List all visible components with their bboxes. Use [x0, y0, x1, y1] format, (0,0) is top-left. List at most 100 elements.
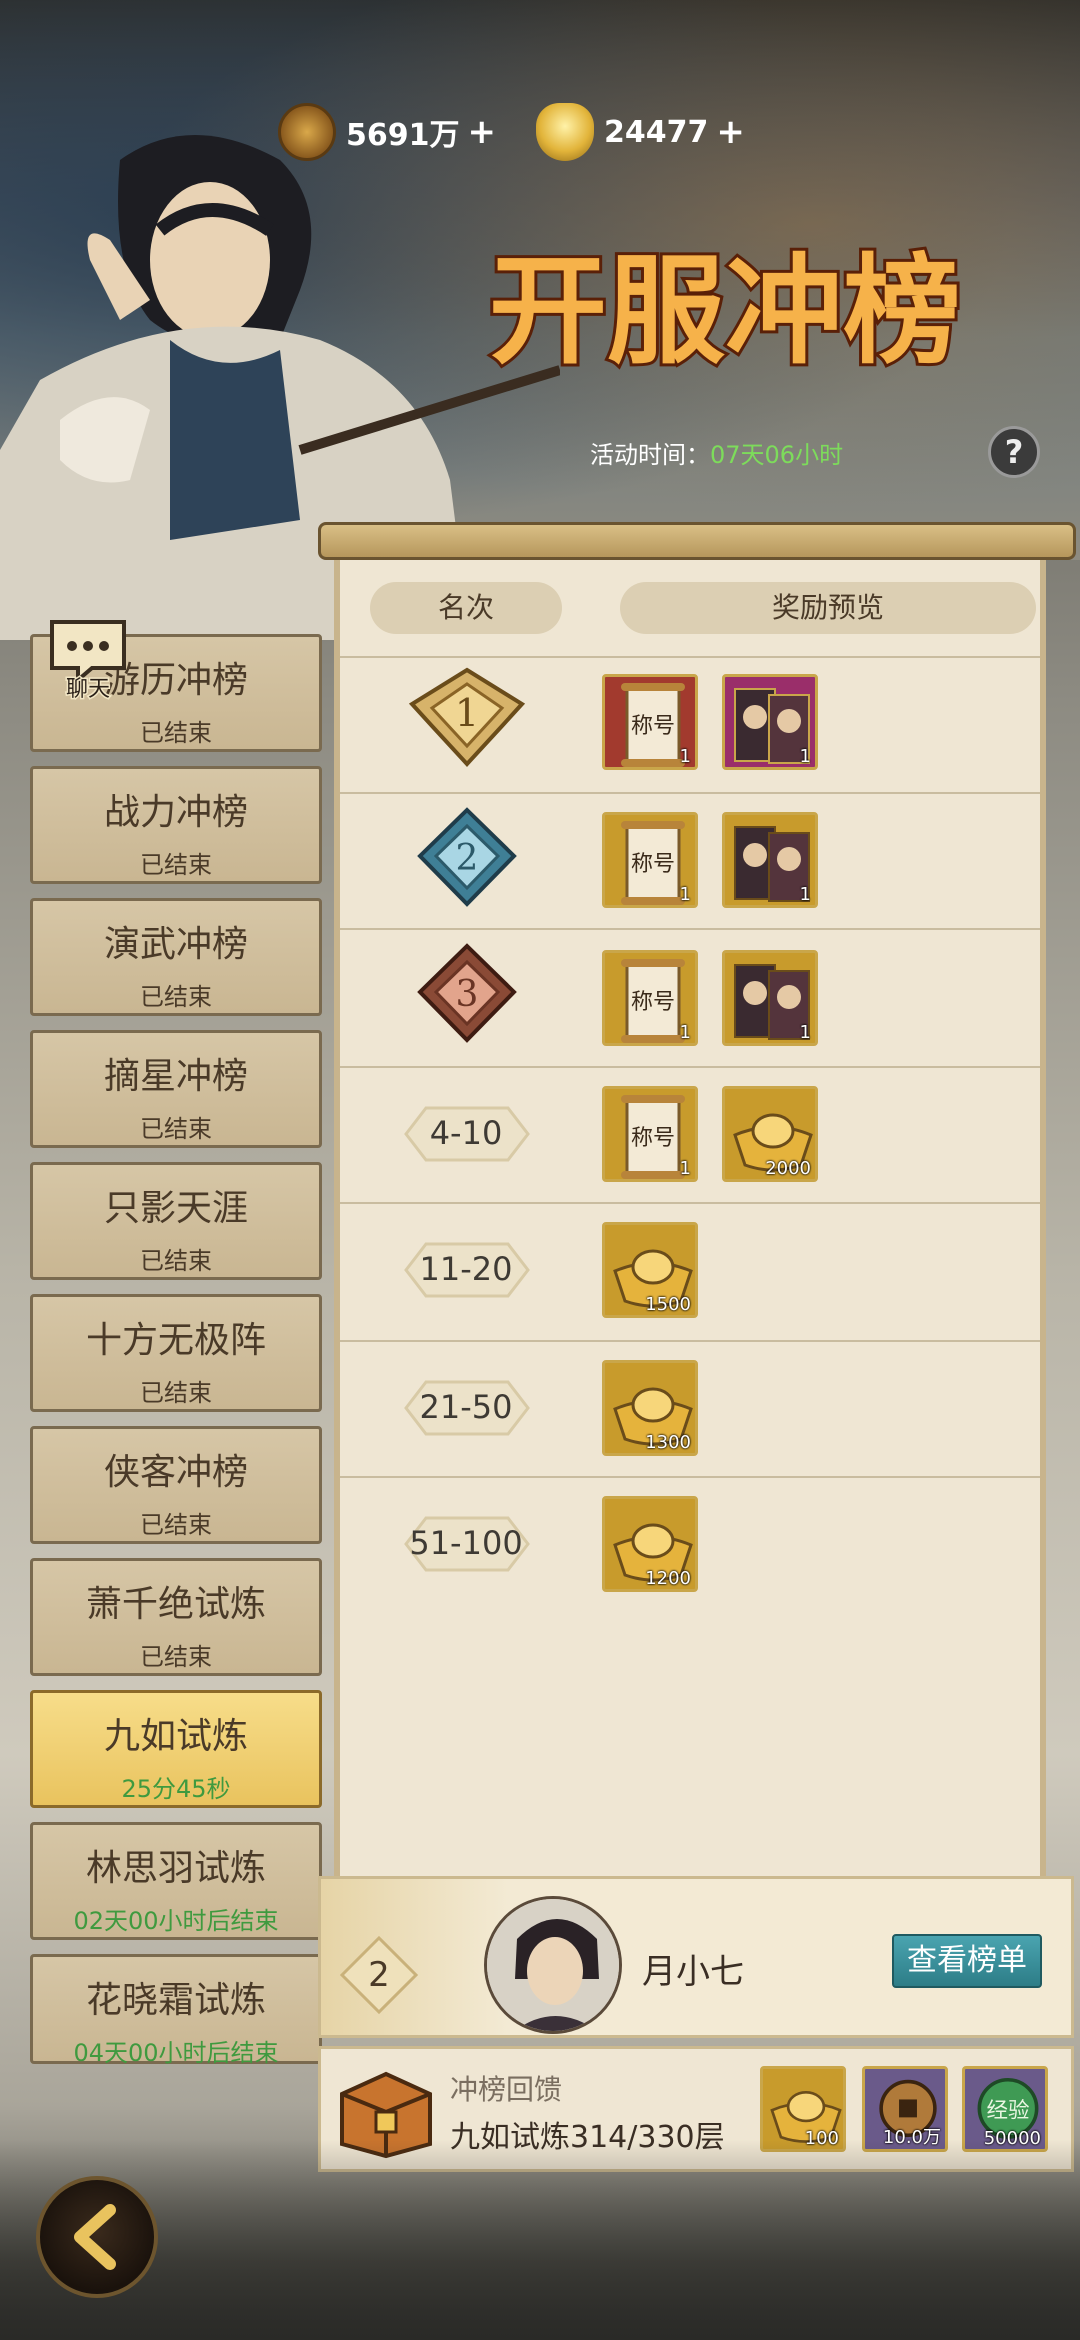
- scroll-label: 称号: [631, 852, 675, 877]
- tab-star-rank[interactable]: 摘星冲榜 已结束: [30, 1030, 322, 1148]
- rank-range: 21-50: [419, 1388, 513, 1426]
- row-divider: [340, 1476, 1040, 1478]
- tab-jiuru-trial[interactable]: 九如试炼 25分45秒: [30, 1690, 322, 1808]
- gold-ingot-item[interactable]: 1500: [602, 1222, 698, 1318]
- gold-amount: 24477: [604, 114, 709, 150]
- add-gold-icon[interactable]: +: [716, 112, 745, 152]
- tab-status: 已结束: [140, 983, 212, 1011]
- rank-1-number: 1: [455, 691, 479, 735]
- row-divider: [340, 1066, 1040, 1068]
- tab-status: 已结束: [140, 1115, 212, 1143]
- back-button[interactable]: [36, 2176, 158, 2298]
- tab-countdown: 02天00小时后结束: [73, 1907, 279, 1935]
- player-name: 月小七: [642, 1952, 744, 1992]
- row-divider: [340, 1340, 1040, 1342]
- tab-label: 演武冲榜: [103, 924, 248, 965]
- coin-amount: 5691万: [346, 118, 460, 153]
- event-title: 开服冲榜: [486, 240, 964, 383]
- scroll-label: 称号: [631, 1126, 675, 1151]
- activity-time: 活动时间： 07天06小时: [590, 432, 843, 472]
- chevron-left-icon: [74, 2204, 116, 2270]
- tab-lin-trial[interactable]: 林思羽试炼 02天00小时后结束: [30, 1822, 322, 1940]
- copper-coin-icon: [278, 103, 336, 161]
- item-quantity: 1: [679, 1022, 691, 1043]
- landscape-ground: [0, 2140, 1080, 2340]
- tab-label: 战力冲榜: [103, 792, 248, 833]
- tab-label: 摘星冲榜: [103, 1056, 248, 1097]
- add-coins-icon[interactable]: +: [468, 112, 497, 152]
- rank-2-medal-icon: 2: [417, 807, 517, 907]
- event-title-text: 开服冲榜: [489, 241, 961, 380]
- tab-lone-shadow[interactable]: 只影天涯 已结束: [30, 1162, 322, 1280]
- item-quantity: 1: [679, 884, 691, 905]
- tab-label: 林思羽试炼: [85, 1848, 266, 1889]
- tab-martial-rank[interactable]: 演武冲榜 已结束: [30, 898, 322, 1016]
- tab-label: 侠客冲榜: [103, 1452, 248, 1493]
- gold-ingot-icon: [536, 103, 594, 161]
- gold-ingot-item[interactable]: 1300: [602, 1360, 698, 1456]
- row-divider: [340, 656, 1040, 658]
- scroll-label: 称号: [631, 714, 675, 739]
- tab-label: 萧千绝试炼: [85, 1584, 266, 1625]
- tab-status: 已结束: [140, 1379, 212, 1407]
- tab-status: 已结束: [140, 851, 212, 879]
- item-quantity: 1: [799, 1022, 811, 1043]
- gold-counter[interactable]: 24477 +: [536, 100, 745, 164]
- tab-status: 已结束: [140, 1247, 212, 1275]
- item-quantity: 1200: [645, 1568, 691, 1589]
- view-leaderboard-button[interactable]: 查看榜单: [892, 1934, 1042, 1988]
- exp-orb-label: 经验: [986, 2098, 1029, 2123]
- tab-status: 已结束: [140, 719, 212, 747]
- gold-ingot-item[interactable]: 1200: [602, 1496, 698, 1592]
- activity-time-label: 活动时间：: [590, 440, 710, 469]
- item-quantity: 1: [679, 1158, 691, 1179]
- scroll-rod: [318, 522, 1076, 560]
- rank-header: 名次: [370, 582, 562, 634]
- item-quantity: 2000: [765, 1158, 811, 1179]
- help-button[interactable]: ?: [988, 426, 1040, 478]
- tab-status: 已结束: [140, 1643, 212, 1671]
- rank-2-number: 2: [456, 838, 479, 879]
- row-divider: [340, 928, 1040, 930]
- player-avatar-icon: [487, 1899, 619, 2031]
- activity-time-value: 07天06小时: [710, 440, 844, 469]
- scroll-label: 称号: [631, 990, 675, 1015]
- tab-label: 十方无极阵: [85, 1320, 266, 1361]
- chat-label: 聊天: [66, 677, 110, 700]
- item-quantity: 1300: [645, 1432, 691, 1453]
- coin-counter[interactable]: 5691万 +: [278, 100, 496, 164]
- tab-xiao-trial[interactable]: 萧千绝试炼 已结束: [30, 1558, 322, 1676]
- tab-label: 九如试炼: [103, 1716, 248, 1757]
- title-scroll-item[interactable]: 称号 1: [602, 674, 698, 770]
- tab-label: 只影天涯: [103, 1188, 248, 1229]
- rank-range: 51-100: [409, 1524, 523, 1562]
- item-quantity: 1: [679, 746, 691, 767]
- rank-range: 11-20: [419, 1250, 513, 1288]
- hero-card-item[interactable]: 1: [722, 674, 818, 770]
- rank-1-medal-icon: 1: [408, 667, 526, 767]
- item-quantity: 1: [799, 746, 811, 767]
- tab-ten-directions[interactable]: 十方无极阵 已结束: [30, 1294, 322, 1412]
- chat-button[interactable]: 聊天: [48, 616, 128, 700]
- rank-range: 4-10: [429, 1114, 503, 1152]
- tab-hero-rank[interactable]: 侠客冲榜 已结束: [30, 1426, 322, 1544]
- tab-power-rank[interactable]: 战力冲榜 已结束: [30, 766, 322, 884]
- avatar[interactable]: [484, 1896, 622, 2034]
- tab-countdown: 25分45秒: [121, 1775, 231, 1803]
- reward-header: 奖励预览: [620, 582, 1036, 634]
- hero-card-item[interactable]: 1: [722, 812, 818, 908]
- tab-countdown: 04天00小时后结束: [73, 2039, 279, 2067]
- my-rank-number: 2: [368, 1955, 390, 1995]
- feedback-title: 冲榜回馈: [450, 2073, 563, 2106]
- title-scroll-item[interactable]: 称号 1: [602, 950, 698, 1046]
- rank-3-number: 3: [456, 974, 479, 1015]
- item-quantity: 1500: [645, 1294, 691, 1315]
- title-scroll-item[interactable]: 称号 1: [602, 812, 698, 908]
- tab-status: 已结束: [140, 1511, 212, 1539]
- tab-label: 花晓霜试炼: [85, 1980, 266, 2021]
- title-scroll-item[interactable]: 称号 1: [602, 1086, 698, 1182]
- item-quantity: 1: [799, 884, 811, 905]
- hero-card-item[interactable]: 1: [722, 950, 818, 1046]
- tab-hua-trial[interactable]: 花晓霜试炼 04天00小时后结束: [30, 1954, 322, 2067]
- gold-ingot-item[interactable]: 2000: [722, 1086, 818, 1182]
